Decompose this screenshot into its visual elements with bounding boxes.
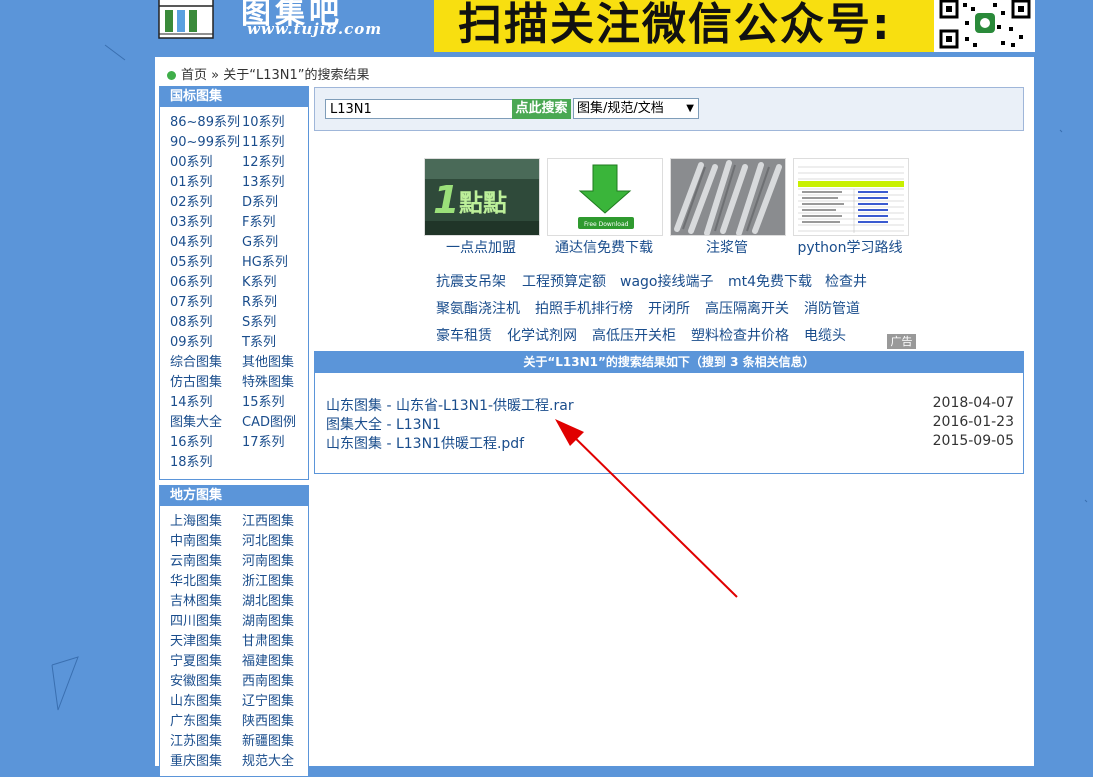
annotation-arrow-icon [555,419,738,598]
